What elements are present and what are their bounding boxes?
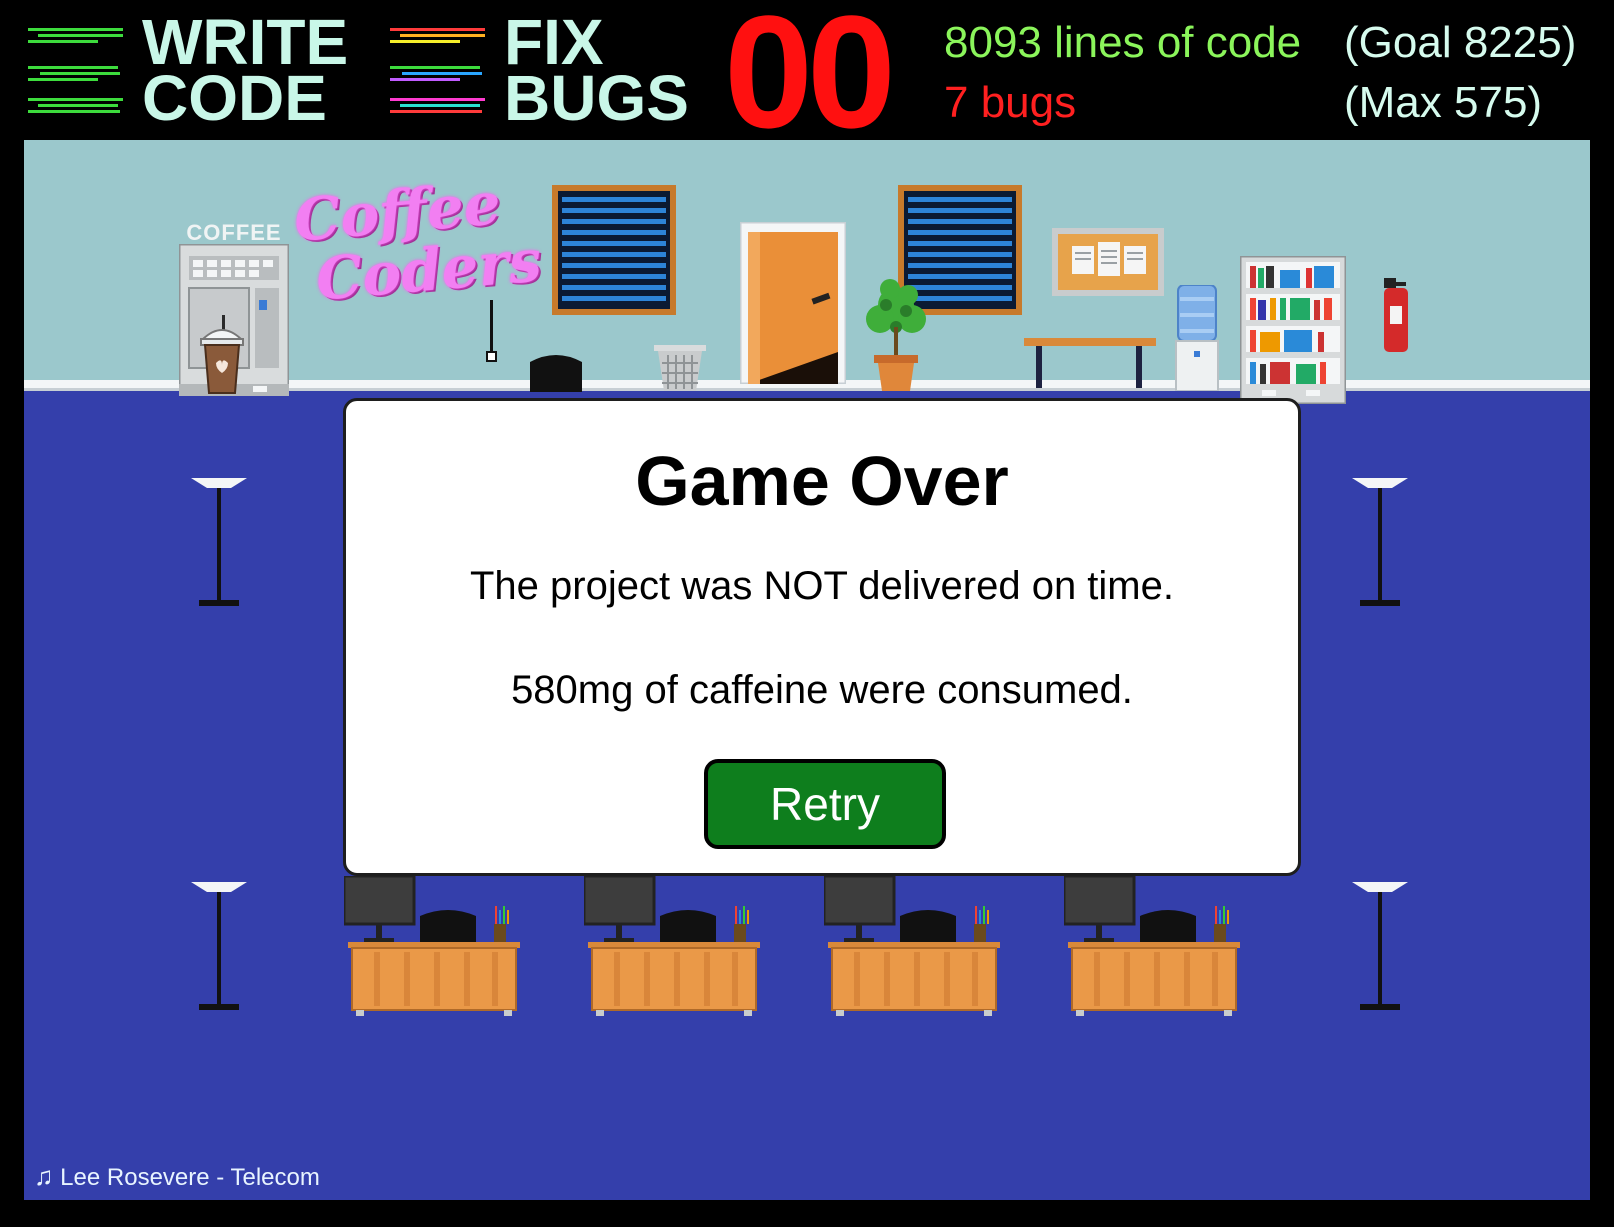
floor-lamp-icon [191,478,247,606]
delivery-message: The project was NOT delivered on time. [469,564,1174,608]
potted-plant-icon [866,279,926,391]
coffee-machine-label: COFFEE [186,220,282,245]
code-lines-icon [28,28,123,113]
bugs-max: (Max 575) [1344,78,1543,127]
desk-workstation[interactable] [584,876,764,1018]
office-chair-icon [530,355,582,392]
music-credit-text: Lee Rosevere - Telecom [60,1164,320,1191]
water-cooler-icon [1175,285,1219,391]
side-table-icon [1024,338,1156,388]
fire-extinguisher-icon [1384,278,1408,352]
neon-sign-cord-icon [486,300,497,362]
fix-bugs-label: FIX BUGS [504,6,689,134]
hud: WRITE CODE FIX BUGS 00 8093 lines of cod… [0,0,1614,152]
music-credit: ♫ Lee Rosevere - Telecom [34,1162,320,1192]
lines-of-code-count: 8093 lines of code [944,18,1302,67]
desk-workstation[interactable] [824,876,1004,1018]
rainbow-code-lines-icon [390,28,485,113]
game-over-dialog: Game Over The project was NOT delivered … [343,398,1301,876]
music-note-icon: ♫ [34,1161,54,1191]
trash-bin-icon [654,345,706,391]
bookshelf-icon [1240,256,1346,404]
coffee-machine[interactable]: COFFEE [179,220,289,396]
neon-sign: Coffee Coders [291,169,545,314]
write-code-label: WRITE CODE [142,6,349,134]
write-code-button[interactable]: WRITE CODE [28,6,349,134]
floor-lamp-icon [1352,882,1408,1010]
fix-bugs-button[interactable]: FIX BUGS [390,6,690,134]
floor-lamp-icon [1352,478,1408,606]
retry-button[interactable]: Retry [704,759,946,849]
desk-workstation[interactable] [1064,876,1244,1018]
caffeine-message: 580mg of caffeine were consumed. [511,668,1133,712]
iced-coffee-cup-icon [200,315,244,394]
desk-workstation[interactable] [344,876,524,1018]
game-over-title: Game Over [635,442,1009,520]
window-icon [552,185,676,315]
lines-goal: (Goal 8225) [1344,18,1577,67]
floor-lamp-icon [191,882,247,1010]
bugs-count: 7 bugs [944,78,1077,127]
door-icon [740,222,846,384]
bulletin-board-icon [1052,228,1164,296]
countdown-timer: 00 [724,0,896,161]
